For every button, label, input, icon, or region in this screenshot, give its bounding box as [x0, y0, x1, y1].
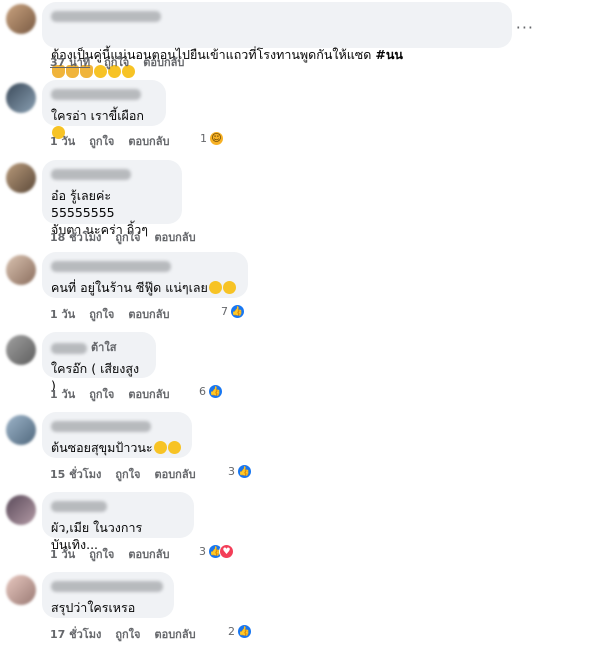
reaction-summary[interactable]: 1 ☺ — [200, 131, 224, 146]
like-button[interactable]: ถูกใจ — [115, 228, 140, 246]
comment-time[interactable]: 18 ชั่วโมง — [50, 228, 101, 246]
like-button[interactable]: ถูกใจ — [89, 545, 114, 563]
like-reaction-icon: 👍 — [208, 384, 223, 399]
avatar[interactable] — [6, 163, 36, 193]
reaction-summary[interactable]: 6 👍 — [199, 384, 223, 399]
like-reaction-icon: 👍 — [237, 624, 252, 639]
author-name-blurred[interactable] — [51, 581, 163, 592]
avatar[interactable] — [6, 255, 36, 285]
more-options-icon[interactable]: ··· — [516, 18, 534, 37]
reaction-count: 7 — [221, 305, 228, 318]
rofl-emoji-icon — [222, 281, 236, 294]
comment-time[interactable]: 15 ชั่วโมง — [50, 465, 101, 483]
comment-bubble: ต้าใส ใครอ๊ก ( เสียงสูง ) — [42, 332, 156, 393]
reaction-count: 3 — [199, 545, 206, 558]
avatar[interactable] — [6, 335, 36, 365]
reaction-count: 3 — [228, 465, 235, 478]
author-name-blurred[interactable] — [51, 501, 107, 512]
reaction-summary[interactable]: 3 👍 — [228, 464, 252, 479]
comment-time[interactable]: 1 วัน — [50, 385, 75, 403]
like-button[interactable]: ถูกใจ — [115, 625, 140, 643]
avatar[interactable] — [6, 83, 36, 113]
author-name-blurred[interactable] — [51, 261, 171, 272]
author-name-blurred[interactable] — [51, 89, 141, 100]
comment-bubble: ต้นซอยสุขุมป้าวนะ — [42, 412, 192, 458]
reply-button[interactable]: ตอบกลับ — [128, 132, 169, 150]
like-button[interactable]: ถูกใจ — [104, 53, 129, 71]
like-button[interactable]: ถูกใจ — [115, 465, 140, 483]
avatar[interactable] — [6, 4, 36, 34]
like-button[interactable]: ถูกใจ — [89, 305, 114, 323]
author-name[interactable]: ต้าใส — [91, 338, 116, 356]
comment-bubble: คนที่ อยู่ในร้าน ซีฟู๊ด แน่ๆเลย — [42, 252, 248, 298]
comment-actions: 1 วัน ถูกใจ ตอบกลับ — [50, 545, 169, 563]
comment-text: คนที่ อยู่ในร้าน ซีฟู๊ด แน่ๆเลย — [51, 280, 208, 295]
author-name-blurred[interactable] — [51, 11, 161, 22]
comment-actions: 37 นาที ถูกใจ ตอบกลับ — [50, 53, 184, 71]
reaction-summary[interactable]: 7 👍 — [221, 304, 245, 319]
avatar[interactable] — [6, 495, 36, 525]
comment-actions: 1 วัน ถูกใจ ตอบกลับ — [50, 385, 169, 403]
like-button[interactable]: ถูกใจ — [89, 385, 114, 403]
reaction-count: 1 — [200, 132, 207, 145]
comment-time[interactable]: 17 ชั่วโมง — [50, 625, 101, 643]
like-button[interactable]: ถูกใจ — [89, 132, 114, 150]
love-reaction-icon: ♥ — [219, 544, 234, 559]
reply-button[interactable]: ตอบกลับ — [143, 53, 184, 71]
comment-text: ต้นซอยสุขุมป้าวนะ — [51, 440, 153, 455]
yawn-emoji-icon — [153, 441, 167, 454]
comment-time[interactable]: 1 วัน — [50, 545, 75, 563]
rofl-emoji-icon — [208, 281, 222, 294]
haha-reaction-icon: ☺ — [209, 131, 224, 146]
comment-actions: 17 ชั่วโมง ถูกใจ ตอบกลับ — [50, 625, 196, 643]
reply-button[interactable]: ตอบกลับ — [128, 545, 169, 563]
reply-button[interactable]: ตอบกลับ — [154, 228, 195, 246]
reaction-summary[interactable]: 3 👍 ♥ — [199, 544, 234, 559]
comment-actions: 1 วัน ถูกใจ ตอบกลับ — [50, 132, 169, 150]
like-reaction-icon: 👍 — [237, 464, 252, 479]
reaction-count: 2 — [228, 625, 235, 638]
hashtag-link[interactable]: #นน — [375, 47, 403, 62]
author-name-blurred[interactable] — [51, 169, 131, 180]
avatar[interactable] — [6, 415, 36, 445]
comment-bubble: สรุปว่าใครเหรอ — [42, 572, 174, 618]
avatar[interactable] — [6, 575, 36, 605]
reply-button[interactable]: ตอบกลับ — [128, 305, 169, 323]
comment-bubble: อ๋อ รู้เลยค่ะ 55555555 จับตา นะคร่า กิ้ว… — [42, 160, 182, 237]
comment-time[interactable]: 1 วัน — [50, 305, 75, 323]
author-name-blurred[interactable] — [51, 421, 151, 432]
comment-time[interactable]: 1 วัน — [50, 132, 75, 150]
comment-bubble: ใครอ่า เราขี้เผือก — [42, 80, 166, 139]
comment-bubble: ผัว,เมีย ในวงการบันเทิง... — [42, 492, 194, 552]
reaction-summary[interactable]: 2 👍 — [228, 624, 252, 639]
comment-actions: 18 ชั่วโมง ถูกใจ ตอบกลับ — [50, 228, 196, 246]
reply-button[interactable]: ตอบกลับ — [154, 625, 195, 643]
comment-text: สรุปว่าใครเหรอ — [51, 600, 136, 615]
author-name-blurred[interactable] — [51, 343, 87, 354]
comment-actions: 1 วัน ถูกใจ ตอบกลับ — [50, 305, 169, 323]
reply-button[interactable]: ตอบกลับ — [154, 465, 195, 483]
reaction-count: 6 — [199, 385, 206, 398]
comment-actions: 15 ชั่วโมง ถูกใจ ตอบกลับ — [50, 465, 196, 483]
like-reaction-icon: 👍 — [230, 304, 245, 319]
reply-button[interactable]: ตอบกลับ — [128, 385, 169, 403]
comment-text: ใครอ่า เราขี้เผือก — [51, 108, 144, 123]
yawn-emoji-icon — [167, 441, 181, 454]
comment-bubble: ต้องเป็นคู่นี้แน่นอนตอนไปยืนเข้าแถวที่โร… — [42, 2, 512, 78]
comment-time[interactable]: 37 นาที — [50, 53, 90, 71]
